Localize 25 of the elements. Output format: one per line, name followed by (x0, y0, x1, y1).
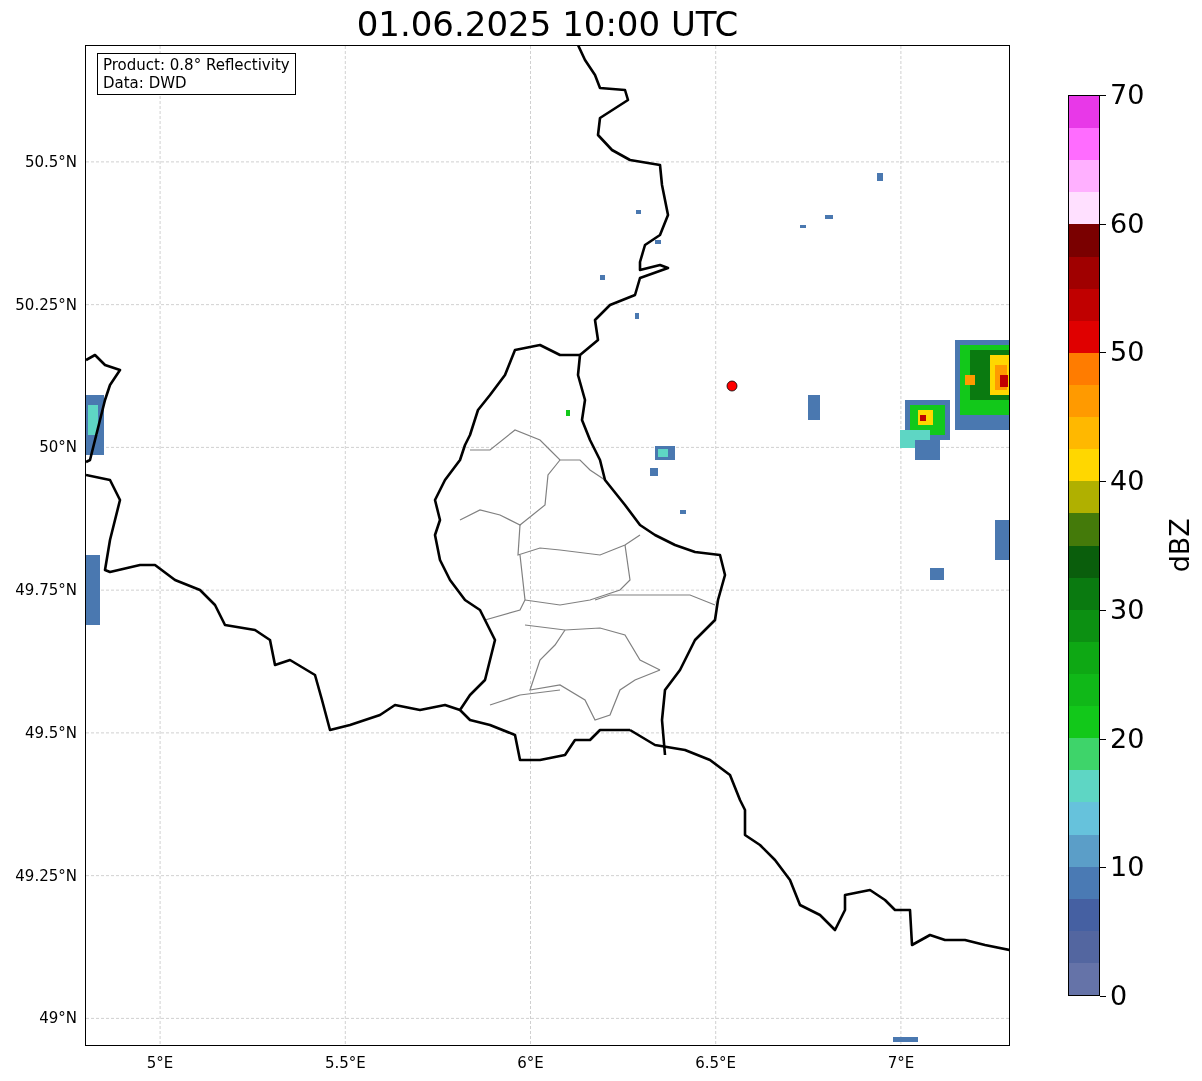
chart-title: 01.06.2025 10:00 UTC (356, 3, 739, 45)
axis-tick-label: 49.25°N (15, 866, 77, 885)
colorbar-tick-label: 40 (1110, 465, 1145, 498)
colorbar-tick-label: 20 (1110, 722, 1145, 755)
axis-tick-label: 7°E (887, 1053, 915, 1074)
axis-tick-label: 5.5°E (324, 1053, 366, 1074)
station-marker-icon (726, 380, 738, 392)
axis-tick-label: 50.25°N (15, 295, 77, 314)
axis-tick-label: 6.5°E (695, 1053, 737, 1074)
axis-tick-label: 50.5°N (24, 152, 77, 171)
colorbar-tick-label: 10 (1110, 851, 1145, 884)
colorbar-tick-label: 70 (1110, 79, 1145, 111)
info-text: Product: 0.8° Reflectivity (103, 56, 290, 74)
info-text: Data: DWD (103, 74, 188, 92)
axis-tick-label: 6°E (517, 1053, 544, 1074)
colorbar-tick-label: 60 (1110, 207, 1145, 240)
colorbar-label: dBZ (1162, 518, 1196, 573)
colorbar-tick-label: 0 (1110, 980, 1128, 1012)
colorbar-tick-label: 30 (1110, 593, 1145, 626)
axis-tick-label: 49°N (39, 1009, 77, 1028)
axis-tick-label: 49.5°N (24, 723, 77, 742)
axis-tick-label: 50°N (39, 438, 77, 457)
colorbar-tick-label: 50 (1110, 336, 1145, 369)
axis-tick-label: 49.75°N (15, 581, 77, 600)
axis-tick-label: 5°E (146, 1053, 174, 1074)
